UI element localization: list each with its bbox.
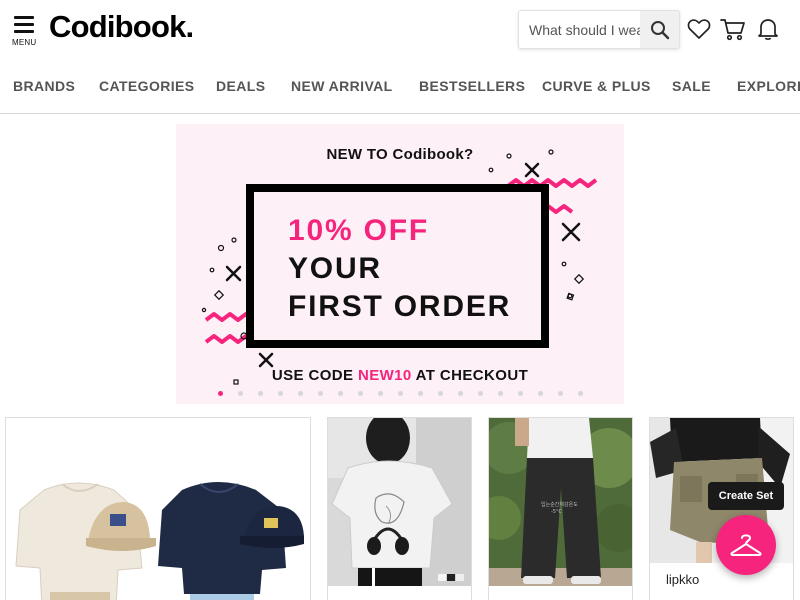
cart-icon [720,19,745,41]
carousel-dot[interactable] [318,391,323,396]
nav-item-brands[interactable]: BRANDS [13,78,75,94]
search-box [518,10,680,49]
product-card-3[interactable]: 입는순간체감온도 -5°C [488,417,633,600]
carousel-dot[interactable] [418,391,423,396]
heart-icon [687,19,711,39]
product-card-set[interactable] [5,417,311,600]
search-input[interactable] [519,11,641,48]
product-card-2[interactable] [327,417,472,600]
nav-divider [0,113,800,114]
header: MENU Codibook. [0,0,800,60]
carousel-dot[interactable] [478,391,483,396]
carousel-dot[interactable] [578,391,583,396]
hanger-icon [730,534,762,556]
carousel-dot[interactable] [558,391,563,396]
menu-icon-bar [14,16,34,19]
carousel-dot[interactable] [438,391,443,396]
nav-item-deals[interactable]: DEALS [216,78,265,94]
menu-icon-bar [14,23,34,26]
carousel-dot[interactable] [518,391,523,396]
menu-icon-bar [14,30,34,33]
carousel-dot[interactable] [298,391,303,396]
carousel-dot[interactable] [338,391,343,396]
svg-text:입는순간체감온도: 입는순간체감온도 [541,501,578,508]
product-image-set [6,418,310,600]
promo-line-2: YOUR [288,252,382,285]
menu-button[interactable]: MENU [12,14,38,47]
nav-item-sale[interactable]: SALE [672,78,711,94]
promo-code-text: USE CODE NEW10 AT CHECKOUT [176,367,624,384]
bell-icon [758,19,778,40]
logo[interactable]: Codibook. [49,9,194,45]
notifications-button[interactable] [755,16,781,42]
banner-heading: NEW TO Codibook? [326,146,474,163]
carousel-dot[interactable] [238,391,243,396]
carousel-dots [176,391,624,397]
wishlist-button[interactable] [686,16,712,42]
promo-line-3: FIRST ORDER [288,290,512,323]
product-image: 입는순간체감온도 -5°C [489,418,632,586]
nav-item-categories[interactable]: CATEGORIES [99,78,195,94]
cart-button[interactable] [720,16,746,42]
menu-label: MENU [12,38,37,47]
nav-item-bestsellers[interactable]: BESTSELLERS [419,78,525,94]
nav-item-explore[interactable]: EXPLORE [737,78,800,94]
carousel-dot[interactable] [458,391,463,396]
promo-code-suffix: AT CHECKOUT [411,367,529,384]
carousel-dot[interactable] [258,391,263,396]
carousel-dot[interactable] [498,391,503,396]
carousel-dot[interactable] [378,391,383,396]
carousel-dot[interactable] [358,391,363,396]
create-set-tooltip[interactable]: Create Set [708,482,784,510]
promo-code-prefix: USE CODE [271,367,358,384]
product-brand[interactable]: lipkko [666,572,699,587]
search-icon [650,20,669,39]
carousel-dot[interactable] [278,391,283,396]
carousel-dot[interactable] [218,391,223,396]
product-image [328,418,471,586]
promo-banner[interactable]: NEW TO Codibook? 10% OFF YOUR FIRST ORDE… [176,124,624,404]
promo-discount: 10% OFF [288,214,429,247]
promo-code: NEW10 [357,367,412,384]
carousel-dot[interactable] [398,391,403,396]
carousel-dot[interactable] [538,391,543,396]
category-nav: BRANDS CATEGORIES DEALS NEW ARRIVAL BEST… [0,72,800,100]
nav-item-curve-plus[interactable]: CURVE & PLUS [542,78,651,94]
promo-box: 10% OFF YOUR FIRST ORDER [246,184,549,348]
search-button[interactable] [640,11,679,48]
svg-text:-5°C: -5°C [551,509,562,515]
nav-item-new-arrival[interactable]: NEW ARRIVAL [291,78,393,94]
create-set-button[interactable] [716,515,776,575]
